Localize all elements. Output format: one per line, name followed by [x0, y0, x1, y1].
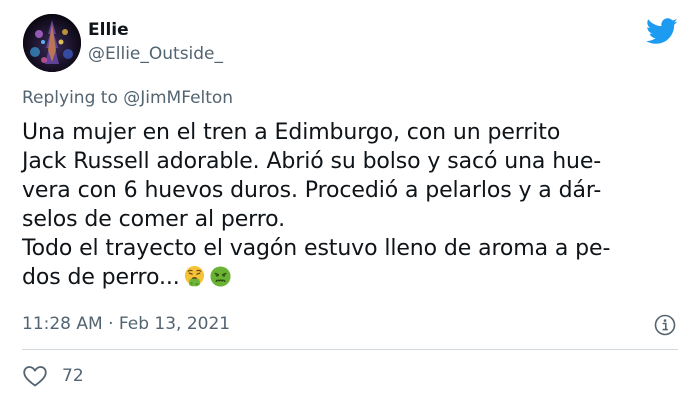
face-vomiting-icon [183, 265, 206, 288]
tweet-line: dos de perro... [22, 265, 180, 290]
tweet-last-line: dos de perro... [22, 263, 682, 292]
avatar-image [23, 14, 81, 72]
author-handle[interactable]: @Ellie_Outside_ [88, 43, 223, 65]
replying-to-label: Replying to [22, 88, 124, 108]
tweet-line: vera con 6 huevos duros. Procedió a pela… [22, 178, 602, 203]
twitter-bird-icon[interactable] [646, 18, 678, 45]
avatar[interactable] [23, 14, 81, 72]
tweet-line: Todo el trayecto el vagón estuvo lleno d… [22, 236, 611, 261]
tweet-line: Jack Russell adorable. Abrió su bolso y … [22, 149, 602, 174]
info-icon[interactable] [653, 313, 677, 337]
reply-handle-link[interactable]: @JimMFelton [123, 88, 233, 108]
heart-icon[interactable] [22, 364, 48, 388]
author-name[interactable]: Ellie [88, 19, 129, 41]
divider [22, 349, 678, 350]
tweet-line: Una mujer en el tren a Edimburgo, con un… [22, 120, 561, 145]
tweet-line: selos de comer al perro. [22, 207, 286, 232]
tweet-timestamp[interactable]: 11:28 AM · Feb 13, 2021 [22, 313, 230, 335]
tweet-text: Una mujer en el tren a Edimburgo, con un… [22, 118, 682, 292]
like-count: 72 [62, 366, 84, 386]
tweet-card: Ellie @Ellie_Outside_ Replying to @JimMF… [0, 0, 700, 403]
replying-to: Replying to @JimMFelton [22, 87, 233, 109]
nauseated-face-icon [209, 265, 232, 288]
